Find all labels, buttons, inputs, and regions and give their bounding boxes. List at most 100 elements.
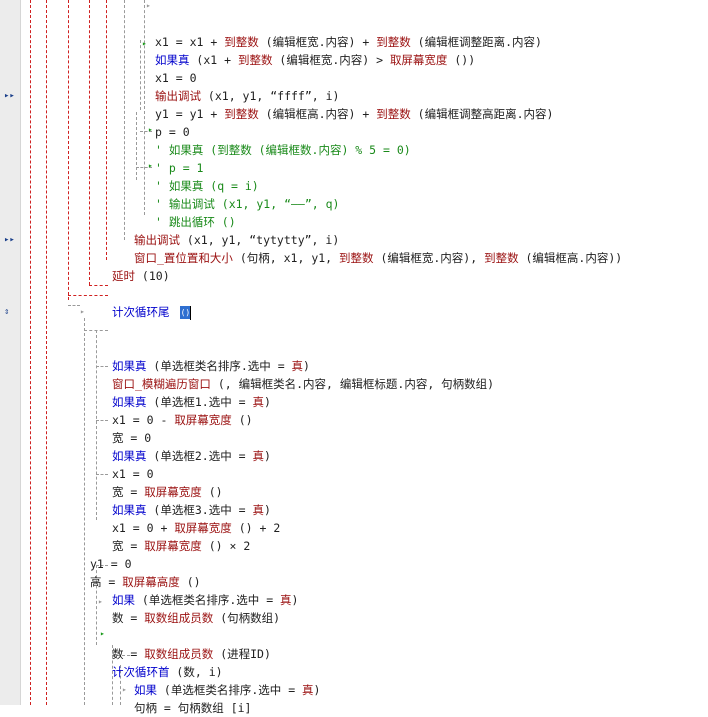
text-token: ()) [447,53,476,67]
text-token: (编辑框调整高距离.内容) [410,107,554,121]
code-line[interactable]: x1 = 0 [112,465,154,483]
block-arrow-icon: ▸ [122,685,127,694]
function-token: 到整数 [224,35,259,49]
code-line[interactable]: 句柄 = 句柄数组 [i] [134,699,251,717]
code-line[interactable]: x1 = 0 + 取屏幕宽度 () + 2 [112,519,280,537]
text-token: (数, i) [169,665,223,679]
comment-token: ' 如果真 (q = i) [155,179,259,193]
block-guide-horizontal [96,420,108,421]
text-token: ) [313,683,321,697]
block-guide-vertical [124,0,125,240]
comment-token: ' 输出调试 (x1, y1, “——”, q) [155,197,340,211]
function-token: 真 [252,395,264,409]
code-line[interactable]: 计次循环尾 () [112,303,192,321]
comment-token: ' p = 1 [155,161,204,175]
text-token: (单选框2.选中 = [146,449,253,463]
cursor-line-marker-icon[interactable]: ⇕ [4,307,9,317]
block-guide-vertical [136,112,137,180]
code-line[interactable]: 数 = 取数组成员数 (句柄数组) [112,609,280,627]
text-token: ) [291,593,299,607]
code-line[interactable]: 窗口_置位置和大小 (句柄, x1, y1, 到整数 (编辑框宽.内容), 到整… [134,249,622,267]
block-guide-vertical [89,0,90,285]
function-token: 取屏幕高度 [122,575,180,589]
text-token: 宽 = 0 [112,431,152,445]
function-token: 到整数 [376,35,411,49]
code-line[interactable]: ' 如果真 (到整数 (编辑框数.内容) % 5 = 0) [155,141,411,159]
text-token: () [179,575,201,589]
block-guide-vertical [84,318,85,705]
text-token: x1 = 0 + [112,521,175,535]
run-marker-icon[interactable]: ▸▸ [4,91,15,101]
code-line[interactable]: 数 = 取数组成员数 (进程ID) [112,645,271,663]
function-token: 取屏幕宽度 [144,485,202,499]
function-token: 取数组成员数 [144,647,214,661]
function-token: 取屏幕宽度 [144,539,202,553]
text-token: ) [263,449,271,463]
editor-gutter[interactable]: ▸▸ ▸▸ ⇕ [0,0,21,705]
text-token: (句柄数组) [213,611,281,625]
function-token: 窗口_模糊遍历窗口 [112,377,211,391]
code-line[interactable]: 如果 (单选框类名排序.选中 = 真) [112,591,298,609]
keyword-token: 如果 [112,593,135,607]
keyword-token: 如果真 [112,449,147,463]
block-guide-vertical [96,330,97,520]
function-token: 输出调试 [134,233,180,247]
code-line[interactable]: ' 跳出循环 () [155,213,236,231]
code-line[interactable]: x1 = 0 - 取屏幕宽度 () [112,411,253,429]
text-token: (单选框3.选中 = [146,503,253,517]
block-guide-vertical [30,0,31,705]
text-token: ) [263,503,271,517]
code-line[interactable]: 高 = 取屏幕高度 () [90,573,201,591]
code-line[interactable]: 窗口_模糊遍历窗口 (, 编辑框类名.内容, 编辑框标题.内容, 句柄数组) [112,375,494,393]
text-token: 数 = [112,611,145,625]
code-line[interactable]: 延时 (10) [112,267,170,285]
text-token: (x1 + [189,53,238,67]
text-token: 数 = [112,647,145,661]
block-guide-horizontal [68,305,80,306]
text-token: 高 = [90,575,123,589]
text-token: (单选框类名排序.选中 = [135,593,281,607]
function-token: 真 [252,449,264,463]
code-line[interactable]: ' 输出调试 (x1, y1, “——”, q) [155,195,339,213]
code-line[interactable]: 计次循环首 (数, i) [112,663,223,681]
text-token: () + 2 [231,521,281,535]
text-token: y1 = 0 [90,557,132,571]
text-token: (编辑框宽.内容), [373,251,485,265]
code-line[interactable]: 宽 = 取屏幕宽度 () × 2 [112,537,250,555]
code-line[interactable]: y1 = y1 + 到整数 (编辑框高.内容) + 到整数 (编辑框调整高距离.… [155,105,553,123]
code-line[interactable]: ' p = 1 [155,159,203,177]
code-line[interactable]: 如果真 (单选框1.选中 = 真) [112,393,271,411]
code-line[interactable]: 如果真 (x1 + 到整数 (编辑框宽.内容) > 取屏幕宽度 ()) [155,51,475,69]
code-line[interactable]: ' 如果真 (q = i) [155,177,259,195]
function-token: 取屏幕宽度 [389,53,448,67]
function-token: 真 [291,359,304,373]
code-line[interactable]: 宽 = 取屏幕宽度 () [112,483,223,501]
text-token: (x1, y1, “ffff”, i) [201,89,340,103]
keyword-token: 如果真 [112,359,147,373]
code-line[interactable]: 如果 (单选框类名排序.选中 = 真) [134,681,320,699]
text-token: (编辑框调整距离.内容) [410,35,542,49]
keyword-token: 如果真 [112,503,147,517]
code-line[interactable]: 如果真 (单选框2.选中 = 真) [112,447,271,465]
code-line[interactable]: p = 0 [155,123,190,141]
run-marker-icon[interactable]: ▸▸ [4,235,15,245]
code-line[interactable]: 输出调试 (x1, y1, “tytytty”, i) [134,231,339,249]
code-line[interactable]: 如果真 (单选框3.选中 = 真) [112,501,271,519]
text-token: ) [263,395,271,409]
code-line[interactable]: 如果真 (单选框类名排序.选中 = 真) [112,357,310,375]
code-line[interactable]: y1 = 0 [90,555,132,573]
text-token: x1 = 0 [112,467,154,481]
text-token: ) [303,359,310,373]
text-token: (10) [135,269,170,283]
code-line[interactable]: 输出调试 (x1, y1, “ffff”, i) [155,87,339,105]
keyword-token: 计次循环首 [112,665,170,679]
block-guide-horizontal [68,295,108,296]
code-line[interactable]: x1 = 0 [155,69,197,87]
block-guide-vertical [46,0,47,705]
text-token: () [201,485,223,499]
function-token: 延时 [112,269,135,283]
code-line[interactable]: x1 = x1 + 到整数 (编辑框宽.内容) + 到整数 (编辑框调整距离.内… [155,33,542,51]
block-arrow-icon: ▸ [80,307,85,316]
text-token: 宽 = [112,539,145,553]
code-line[interactable]: 宽 = 0 [112,429,151,447]
